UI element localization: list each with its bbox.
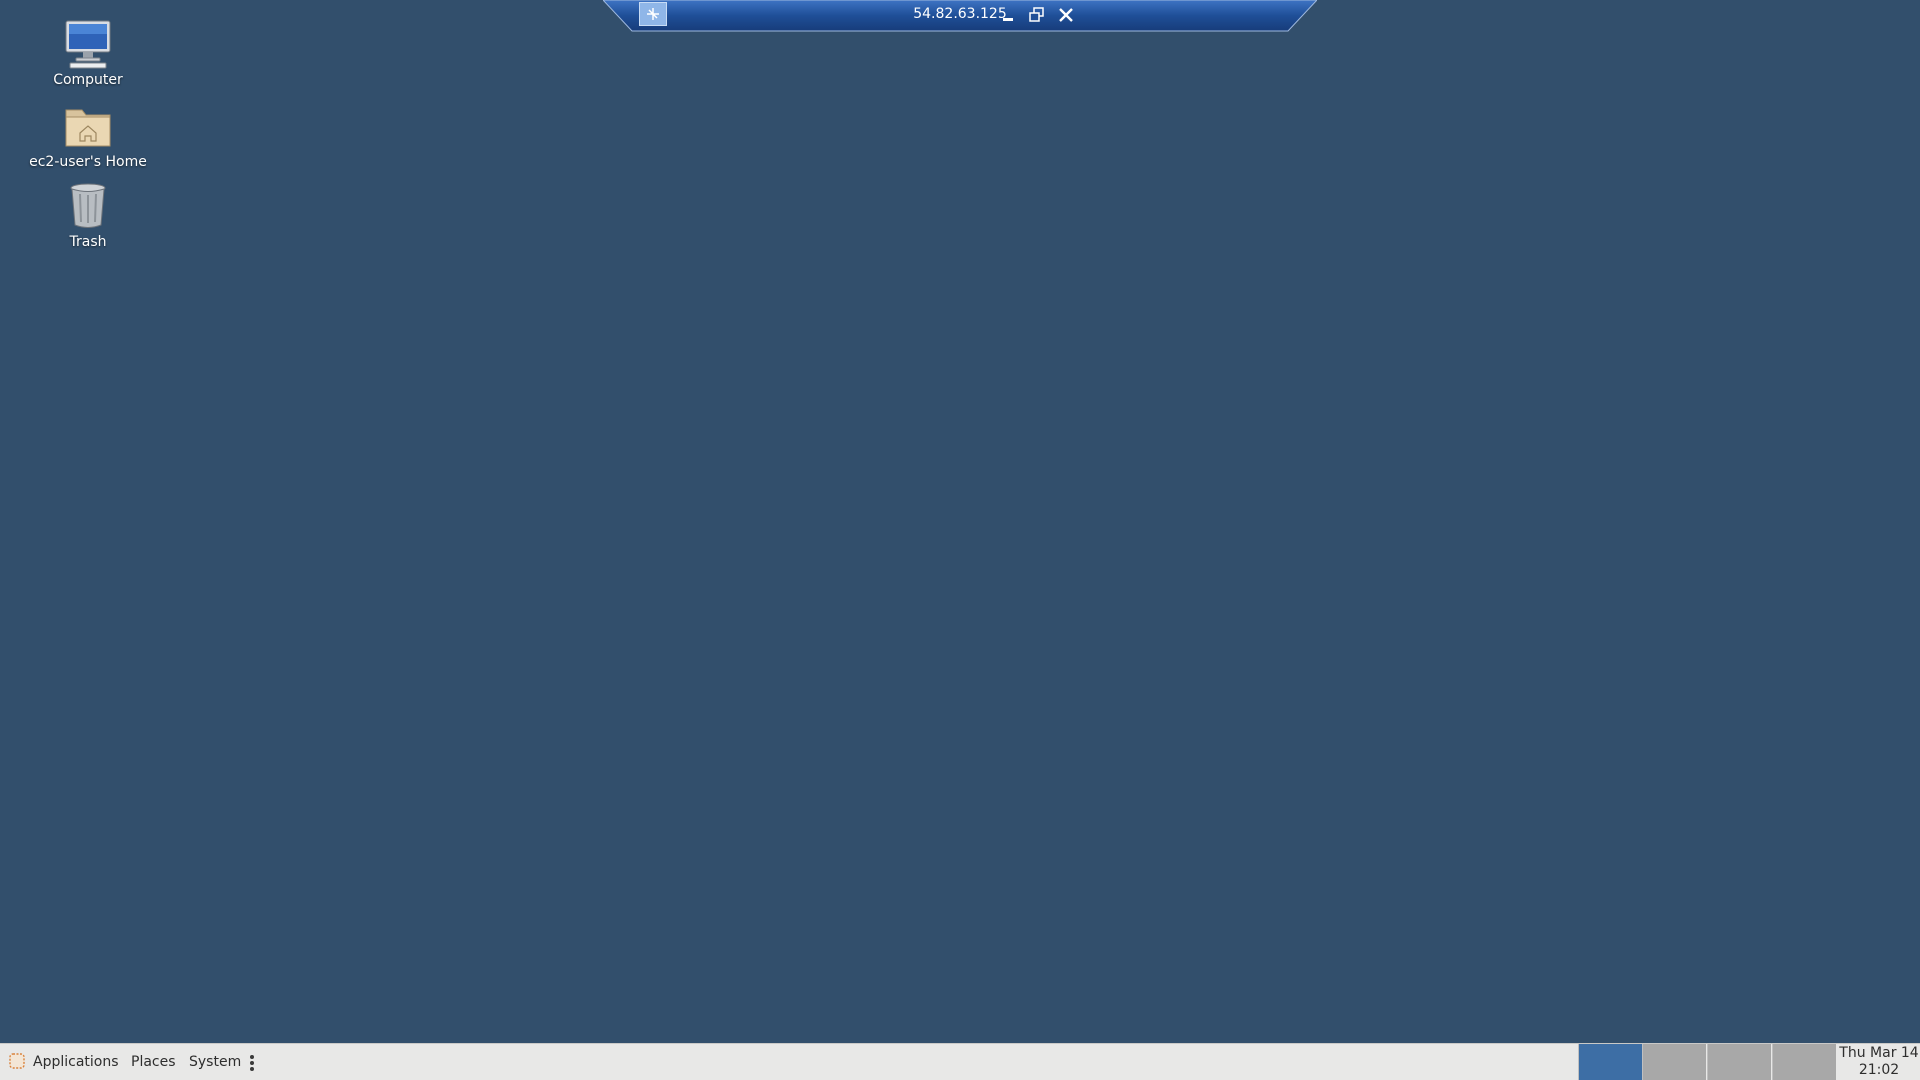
desktop-icon-label: ec2-user's Home bbox=[29, 154, 147, 170]
applications-icon bbox=[9, 1052, 25, 1069]
system-menu-label: System bbox=[189, 1054, 242, 1070]
workspace-2[interactable] bbox=[1642, 1044, 1706, 1080]
places-menu[interactable]: Places bbox=[131, 1044, 176, 1080]
trash-icon bbox=[70, 183, 106, 228]
connection-title: 54.82.63.125 bbox=[913, 6, 1007, 22]
restore-button[interactable] bbox=[1026, 4, 1048, 26]
workspace-4[interactable] bbox=[1772, 1044, 1836, 1080]
computer-icon bbox=[65, 20, 111, 69]
home-folder-icon bbox=[65, 109, 111, 147]
panel-drag-handle-icon[interactable] bbox=[249, 1054, 255, 1072]
close-icon bbox=[1059, 8, 1073, 22]
desktop-icon-computer[interactable]: Computer bbox=[18, 18, 158, 88]
connection-bar[interactable]: 54.82.63.125 bbox=[603, 0, 1317, 32]
close-button[interactable] bbox=[1055, 4, 1077, 26]
desktop: Computer ec2-user's Home Trash bbox=[0, 0, 1920, 1043]
applications-menu[interactable]: Applications bbox=[8, 1044, 119, 1080]
workspace-1[interactable] bbox=[1578, 1044, 1642, 1080]
desktop-icon-label: Trash bbox=[69, 234, 107, 250]
applications-menu-label: Applications bbox=[33, 1054, 119, 1070]
system-menu[interactable]: System bbox=[189, 1044, 241, 1080]
clock-date: Thu Mar 14 bbox=[1839, 1045, 1919, 1061]
bottom-panel: Applications Places System Thu Mar 14 21… bbox=[0, 1043, 1920, 1080]
workspace-3[interactable] bbox=[1707, 1044, 1771, 1080]
minimize-button[interactable] bbox=[997, 4, 1019, 26]
minimize-icon bbox=[1003, 18, 1013, 21]
restore-icon bbox=[1029, 7, 1044, 22]
desktop-icon-label: Computer bbox=[53, 72, 123, 88]
desktop-icon-home[interactable]: ec2-user's Home bbox=[18, 100, 158, 170]
clock-time: 21:02 bbox=[1858, 1062, 1900, 1078]
clock[interactable]: Thu Mar 14 21:02 bbox=[1838, 1045, 1920, 1079]
places-menu-label: Places bbox=[131, 1054, 176, 1070]
desktop-icon-trash[interactable]: Trash bbox=[18, 180, 158, 250]
